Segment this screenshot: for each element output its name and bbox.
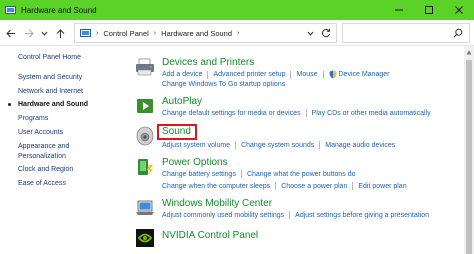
shield-icon — [329, 70, 336, 79]
up-button[interactable] — [54, 28, 66, 39]
breadcrumb-hardware-and-sound[interactable]: Hardware and Sound — [161, 29, 232, 38]
power-links-row-1: Change battery settings Change what the … — [162, 170, 356, 178]
breadcrumb-separator: › — [237, 29, 240, 37]
sidebar-item-programs[interactable]: Programs — [18, 115, 48, 122]
sidebar-item-user-accounts[interactable]: User Accounts — [18, 129, 63, 136]
category-sound[interactable]: Sound — [162, 126, 191, 137]
link-adjust-mobility-settings[interactable]: Adjust commonly used mobility settings — [162, 212, 284, 219]
chevron-down-icon — [307, 31, 314, 36]
vertical-scrollbar[interactable] — [464, 46, 474, 254]
link-divider — [290, 70, 292, 79]
category-windows-mobility-center[interactable]: Windows Mobility Center — [162, 198, 272, 209]
power-links-row-2: Change when the computer sleeps Choose a… — [162, 182, 407, 190]
minimize-icon — [395, 9, 403, 11]
chevron-down-icon — [41, 31, 47, 36]
link-add-device[interactable]: Add a device — [162, 71, 202, 78]
link-divider — [235, 141, 237, 149]
breadcrumb-separator: › — [96, 29, 99, 37]
category-list: Devices and Printers Add a device Advanc… — [126, 46, 464, 254]
sidebar-item-appearance[interactable]: Appearance and — [18, 143, 69, 150]
devices-links-row-1: Add a device Advanced printer setup Mous… — [162, 70, 389, 79]
address-dropdown-button[interactable] — [307, 29, 314, 38]
maximize-icon — [425, 6, 433, 14]
active-item-bullet — [8, 103, 11, 106]
link-change-when-computer-sleeps[interactable]: Change when the computer sleeps — [162, 183, 270, 190]
link-mouse[interactable]: Mouse — [296, 71, 317, 78]
back-arrow-icon — [6, 29, 15, 38]
category-devices-and-printers[interactable]: Devices and Printers — [162, 57, 254, 68]
back-button[interactable] — [5, 28, 17, 39]
link-divider — [240, 170, 242, 178]
nvidia-icon — [136, 229, 154, 247]
mobility-links-row: Adjust commonly used mobility settings A… — [162, 211, 429, 219]
category-autoplay[interactable]: AutoPlay — [162, 96, 202, 107]
category-power-options[interactable]: Power Options — [162, 157, 228, 168]
link-edit-power-plan[interactable]: Edit power plan — [358, 183, 406, 190]
forward-arrow-icon — [25, 29, 34, 38]
category-nvidia-control-panel[interactable]: NVIDIA Control Panel — [162, 230, 258, 241]
autoplay-links-row: Change default settings for media or dev… — [162, 109, 431, 117]
search-icon — [453, 28, 463, 38]
link-divider — [319, 141, 321, 149]
link-change-battery-settings[interactable]: Change battery settings — [162, 171, 236, 178]
devices-links-row-2: Change Windows To Go startup options — [162, 81, 285, 88]
refresh-button[interactable] — [321, 28, 331, 40]
link-divider — [322, 70, 324, 79]
link-advanced-printer-setup[interactable]: Advanced printer setup — [213, 71, 285, 78]
sidebar-item-hardware-and-sound: Hardware and Sound — [18, 101, 89, 108]
link-divider — [352, 182, 354, 190]
recent-locations-button[interactable] — [40, 28, 48, 39]
link-device-manager[interactable]: Device Manager — [339, 71, 390, 78]
printer-icon — [136, 58, 154, 76]
autoplay-icon — [137, 99, 153, 113]
sidebar-item-clock-and-region[interactable]: Clock and Region — [18, 166, 73, 173]
window-title: Hardware and Sound — [21, 5, 97, 15]
sidebar-item-control-panel-home[interactable]: Control Panel Home — [18, 54, 81, 61]
sound-links-row: Adjust system volume Change system sound… — [162, 141, 395, 149]
sidebar-item-system-and-security[interactable]: System and Security — [18, 74, 82, 81]
breadcrumb-control-panel[interactable]: Control Panel — [103, 29, 148, 38]
link-divider — [275, 182, 277, 190]
link-change-default-media-settings[interactable]: Change default settings for media or dev… — [162, 110, 301, 117]
close-icon — [455, 6, 463, 14]
close-button[interactable] — [444, 0, 474, 20]
address-row: › Control Panel › Hardware and Sound › — [0, 20, 474, 46]
window-controls — [384, 0, 474, 20]
title-bar: Hardware and Sound — [0, 0, 474, 20]
scroll-up-arrow-icon[interactable] — [466, 50, 472, 55]
link-divider — [305, 109, 307, 117]
control-panel-icon — [80, 28, 91, 37]
up-arrow-icon — [56, 28, 64, 38]
sidebar: Control Panel Home System and Security N… — [0, 46, 126, 254]
link-change-windows-to-go[interactable]: Change Windows To Go startup options — [162, 81, 285, 88]
link-adjust-presentation-settings[interactable]: Adjust settings before giving a presenta… — [295, 212, 429, 219]
link-divider — [207, 70, 209, 79]
refresh-icon — [322, 28, 331, 38]
sidebar-item-network-and-internet[interactable]: Network and Internet — [18, 88, 83, 95]
scrollbar-thumb[interactable] — [466, 60, 472, 254]
power-options-icon — [138, 159, 153, 175]
link-change-system-sounds[interactable]: Change system sounds — [241, 142, 314, 149]
breadcrumb-separator: › — [153, 29, 157, 37]
search-input[interactable] — [342, 23, 470, 43]
speaker-icon — [136, 126, 154, 146]
link-change-power-buttons[interactable]: Change what the power buttons do — [247, 171, 356, 178]
link-choose-power-plan[interactable]: Choose a power plan — [281, 183, 347, 190]
sidebar-item-personalization[interactable]: Personalization — [18, 153, 66, 160]
minimize-button[interactable] — [384, 0, 414, 20]
link-play-cds-automatically[interactable]: Play CDs or other media automatically — [312, 110, 431, 117]
maximize-button[interactable] — [414, 0, 444, 20]
control-panel-icon — [5, 5, 16, 14]
address-bar[interactable]: › Control Panel › Hardware and Sound › — [74, 23, 337, 43]
forward-button[interactable] — [23, 28, 35, 39]
link-manage-audio-devices[interactable]: Manage audio devices — [325, 142, 395, 149]
link-divider — [289, 211, 291, 219]
link-adjust-system-volume[interactable]: Adjust system volume — [162, 142, 230, 149]
sidebar-item-ease-of-access[interactable]: Ease of Access — [18, 180, 66, 187]
mobility-center-icon — [136, 200, 154, 215]
